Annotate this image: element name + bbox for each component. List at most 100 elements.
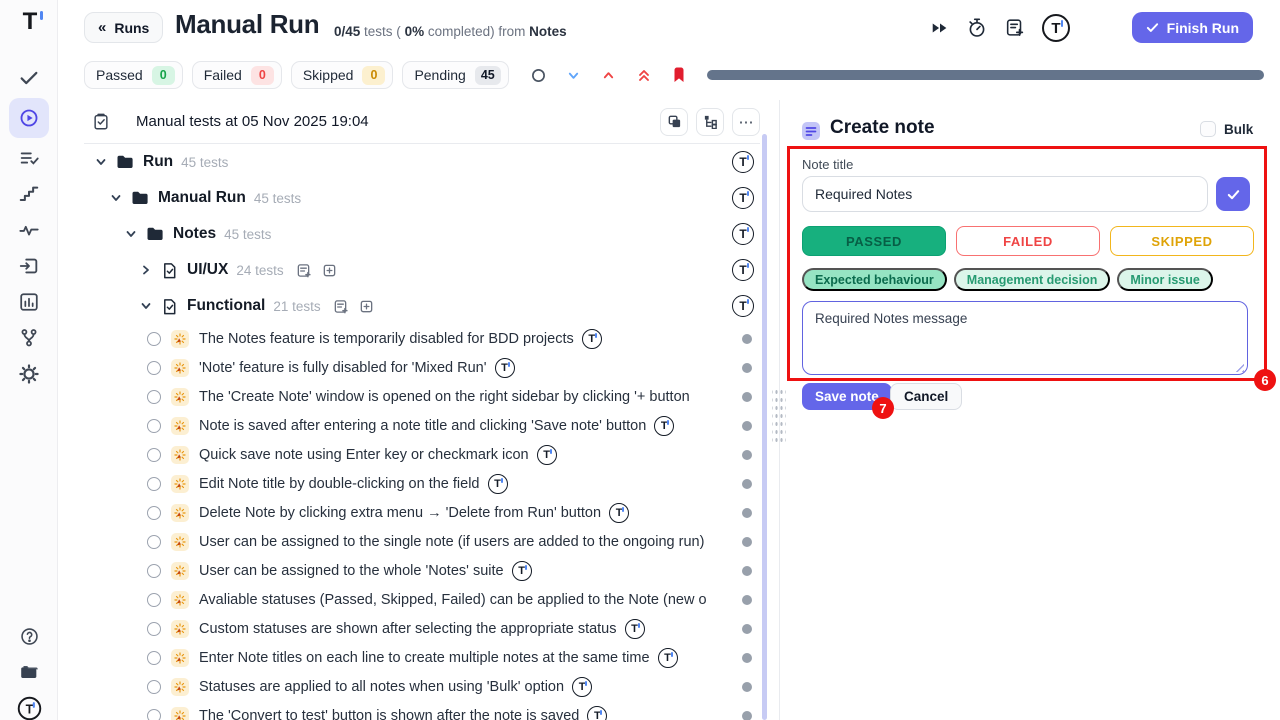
test-status-radio[interactable] xyxy=(147,477,161,491)
logo-circle-icon[interactable]: T xyxy=(658,648,678,668)
more-icon[interactable]: ⋯ xyxy=(732,108,760,136)
nav-plans[interactable] xyxy=(9,140,49,176)
logo-circle-icon[interactable]: T xyxy=(732,187,754,209)
test-row[interactable]: Note is saved after entering a note titl… xyxy=(84,411,760,440)
plus-square-icon[interactable] xyxy=(359,298,375,314)
test-status-radio[interactable] xyxy=(147,622,161,636)
suite-row[interactable]: Notes 45 tests T xyxy=(84,216,760,252)
chevron-down-icon[interactable] xyxy=(107,189,125,207)
test-status-radio[interactable] xyxy=(147,651,161,665)
test-status-radio[interactable] xyxy=(147,506,161,520)
test-status-radio[interactable] xyxy=(147,419,161,433)
test-status-radio[interactable] xyxy=(147,564,161,578)
test-row[interactable]: User can be assigned to the whole 'Notes… xyxy=(84,556,760,585)
plus-square-icon[interactable] xyxy=(322,262,338,278)
chevron-down-icon[interactable] xyxy=(137,297,155,315)
logo-circle-icon[interactable]: T xyxy=(625,619,645,639)
logo-circle-icon[interactable]: T xyxy=(732,259,754,281)
nav-runs[interactable] xyxy=(9,98,49,138)
double-chevron-up-icon[interactable] xyxy=(634,65,654,85)
test-row[interactable]: Delete Note by clicking extra menu → 'De… xyxy=(84,498,760,527)
test-status-radio[interactable] xyxy=(147,390,161,404)
note-tag[interactable]: Expected behaviour xyxy=(802,268,947,291)
test-row[interactable]: Edit Note title by double-clicking on th… xyxy=(84,469,760,498)
back-to-runs-button[interactable]: « Runs xyxy=(84,12,163,43)
test-status-radio[interactable] xyxy=(147,332,161,346)
status-filter-chip[interactable]: Skipped 0 xyxy=(291,61,394,89)
logo-circle-icon[interactable]: T xyxy=(732,223,754,245)
quick-save-button[interactable] xyxy=(1216,177,1250,211)
logo-circle-icon[interactable]: T xyxy=(488,474,508,494)
bulk-checkbox[interactable] xyxy=(1200,121,1216,137)
finish-run-button[interactable]: Finish Run xyxy=(1132,12,1253,43)
note-add-icon[interactable] xyxy=(1004,17,1026,39)
suite-row[interactable]: Functional 21 tests T xyxy=(84,288,760,324)
test-status-radio[interactable] xyxy=(147,593,161,607)
circle-icon[interactable] xyxy=(529,65,549,85)
status-filter-chip[interactable]: Passed 0 xyxy=(84,61,183,89)
nav-milestones[interactable] xyxy=(9,176,49,212)
chevron-down-icon[interactable] xyxy=(122,225,140,243)
test-status-radio[interactable] xyxy=(147,680,161,694)
app-logo-icon[interactable]: T xyxy=(15,8,45,38)
note-tag[interactable]: Minor issue xyxy=(1117,268,1212,291)
test-row[interactable]: Avaliable statuses (Passed, Skipped, Fai… xyxy=(84,585,760,614)
panel-resize-grip[interactable] xyxy=(772,388,786,446)
timer-icon[interactable] xyxy=(966,17,988,39)
nav-branches[interactable] xyxy=(9,320,49,356)
chevron-up-icon[interactable] xyxy=(599,65,619,85)
status-button[interactable]: FAILED xyxy=(956,226,1100,256)
suite-row[interactable]: Run 45 tests T xyxy=(84,144,760,180)
test-row[interactable]: The Notes feature is temporarily disable… xyxy=(84,324,760,353)
tree-scrollbar-thumb[interactable] xyxy=(762,134,767,720)
nav-import[interactable] xyxy=(9,248,49,284)
bookmark-icon[interactable] xyxy=(669,65,689,85)
clipboard-check-icon[interactable] xyxy=(92,113,110,131)
nav-settings[interactable] xyxy=(9,356,49,392)
test-row[interactable]: Enter Note titles on each line to create… xyxy=(84,643,760,672)
test-row[interactable]: User can be assigned to the single note … xyxy=(84,527,760,556)
note-tag[interactable]: Management decision xyxy=(954,268,1111,291)
logo-circle-icon[interactable]: T xyxy=(512,561,532,581)
logo-circle-icon[interactable]: T xyxy=(495,358,515,378)
chevron-down-icon[interactable] xyxy=(564,65,584,85)
structure-icon[interactable] xyxy=(696,108,724,136)
test-status-radio[interactable] xyxy=(147,361,161,375)
note-add-icon[interactable] xyxy=(333,298,349,314)
nav-pulse[interactable] xyxy=(9,212,49,248)
cancel-button[interactable]: Cancel xyxy=(890,383,962,410)
test-status-radio[interactable] xyxy=(147,448,161,462)
test-row[interactable]: 'Note' feature is fully disabled for 'Mi… xyxy=(84,353,760,382)
test-row[interactable]: Quick save note using Enter key or check… xyxy=(84,440,760,469)
test-status-radio[interactable] xyxy=(147,535,161,549)
test-row[interactable]: Statuses are applied to all notes when u… xyxy=(84,672,760,701)
status-button[interactable]: SKIPPED xyxy=(1110,226,1254,256)
nav-help[interactable] xyxy=(9,618,49,654)
logo-circle-icon[interactable]: T xyxy=(654,416,674,436)
logo-circle-icon[interactable]: T xyxy=(609,503,629,523)
copy-icon[interactable] xyxy=(660,108,688,136)
logo-circle-icon[interactable]: T xyxy=(587,706,607,720)
test-row[interactable]: The 'Create Note' window is opened on th… xyxy=(84,382,760,411)
nav-account[interactable]: T xyxy=(9,690,49,720)
note-add-icon[interactable] xyxy=(296,262,312,278)
fast-forward-icon[interactable] xyxy=(930,18,950,38)
nav-projects[interactable] xyxy=(9,654,49,690)
status-filter-chip[interactable]: Failed 0 xyxy=(192,61,282,89)
bulk-toggle[interactable]: Bulk xyxy=(1200,121,1253,137)
logo-circle-icon[interactable]: T xyxy=(582,329,602,349)
logo-circle-icon[interactable]: T xyxy=(732,295,754,317)
test-row[interactable]: Custom statuses are shown after selectin… xyxy=(84,614,760,643)
suite-row[interactable]: UI/UX 24 tests T xyxy=(84,252,760,288)
status-filter-chip[interactable]: Pending 45 xyxy=(402,61,508,89)
logo-circle-icon[interactable]: T xyxy=(1042,14,1070,42)
suite-row[interactable]: Manual Run 45 tests T xyxy=(84,180,760,216)
nav-tests[interactable] xyxy=(9,60,49,96)
test-row[interactable]: The 'Convert to test' button is shown af… xyxy=(84,701,760,720)
nav-analytics[interactable] xyxy=(9,284,49,320)
note-title-input[interactable] xyxy=(802,176,1208,212)
chevron-down-icon[interactable] xyxy=(137,261,155,279)
note-message-textarea[interactable]: Required Notes message xyxy=(802,301,1248,375)
chevron-down-icon[interactable] xyxy=(92,153,110,171)
status-button[interactable]: PASSED xyxy=(802,226,946,256)
